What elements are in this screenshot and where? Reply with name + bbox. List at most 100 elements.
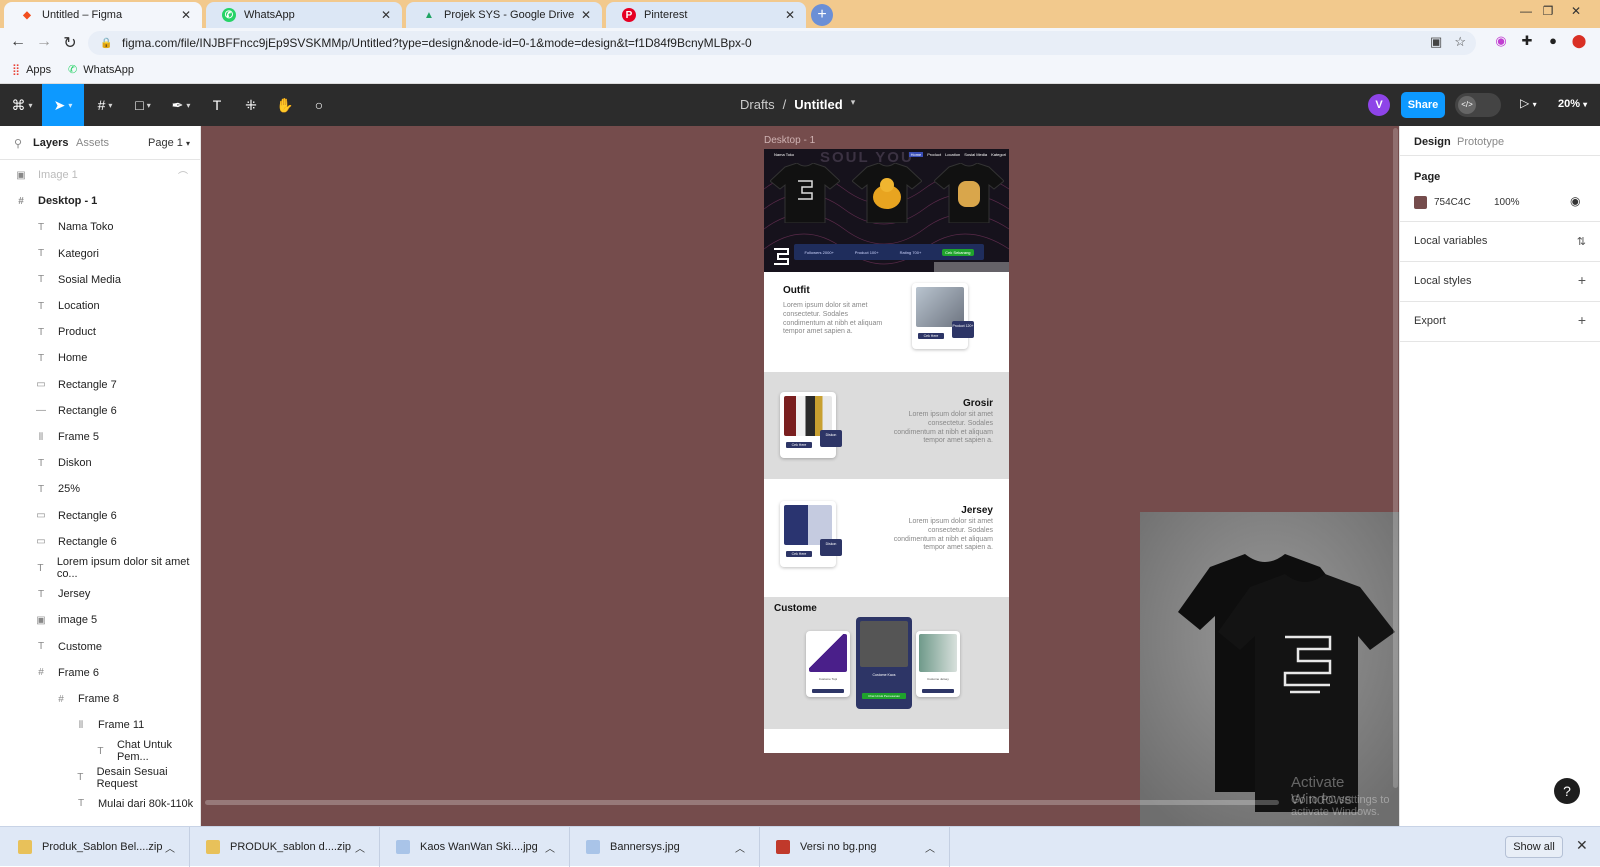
layer-row[interactable]: # Frame 6 <box>0 660 200 686</box>
chevron-up-icon[interactable]: ︿ <box>165 840 175 855</box>
layer-row[interactable]: T Desain Sesuai Request <box>0 765 200 791</box>
shape-tool[interactable]: □ ▾ <box>126 84 160 126</box>
layer-row[interactable]: ▣ Image 1 ⌒ <box>0 162 200 188</box>
download-item[interactable]: Kaos WanWan Ski....jpg ︿ <box>380 827 570 867</box>
layer-row[interactable]: ▣ image 5 <box>0 607 200 633</box>
design-canvas[interactable]: Desktop - 1 Nama Toko SOUL YOU Home Prod… <box>201 126 1399 826</box>
download-item[interactable]: Bannersys.jpg ︿ <box>570 827 760 867</box>
local-styles-row[interactable]: Local styles + <box>1400 262 1600 302</box>
visibility-eye-icon[interactable]: ◉ <box>1570 194 1580 208</box>
page-selector[interactable]: Page 1 ▾ <box>148 137 190 149</box>
frame-label[interactable]: Desktop - 1 <box>764 135 815 146</box>
restore-icon[interactable]: ❐ <box>1538 4 1558 18</box>
page-color-hex[interactable]: 754C4C <box>1434 197 1471 208</box>
vertical-scrollbar[interactable] <box>1393 128 1398 788</box>
minimize-icon[interactable]: — <box>1516 4 1536 18</box>
layer-row[interactable]: T Sosial Media <box>0 267 200 293</box>
layer-row[interactable]: — Rectangle 6 <box>0 398 200 424</box>
crumb-drafts[interactable]: Drafts <box>740 97 775 112</box>
tab-search-icon[interactable]: ▣ <box>1430 34 1442 50</box>
close-icon[interactable]: ✕ <box>1576 837 1588 854</box>
horizontal-scrollbar[interactable] <box>205 800 1279 805</box>
layer-row[interactable]: ▭ Rectangle 6 <box>0 529 200 555</box>
bookmark-apps[interactable]: ⣿ Apps <box>12 63 51 77</box>
plus-icon[interactable]: + <box>1578 272 1586 288</box>
present-button[interactable]: ▷ ▾ <box>1520 96 1537 110</box>
url-bar[interactable]: 🔒 figma.com/file/INJBFFncc9jEp9SVSKMMp/U… <box>88 31 1476 55</box>
tab-assets[interactable]: Assets <box>76 137 109 149</box>
layer-row[interactable]: T Location <box>0 293 200 319</box>
zoom-level[interactable]: 20% ▾ <box>1558 98 1587 110</box>
profile-icon[interactable]: ● <box>1544 33 1562 48</box>
comment-tool[interactable]: ○ <box>306 84 332 126</box>
layer-row[interactable]: T Kategori <box>0 241 200 267</box>
layer-row[interactable]: T 25% <box>0 476 200 502</box>
layer-row[interactable]: ▭ Rectangle 7 <box>0 372 200 398</box>
layer-row[interactable]: # Desktop - 1 <box>0 188 200 214</box>
layer-row[interactable]: T Diskon <box>0 450 200 476</box>
close-tab-icon[interactable]: ✕ <box>378 8 394 22</box>
layer-row[interactable]: T Product <box>0 319 200 345</box>
hand-tool[interactable]: ✋ <box>272 84 298 126</box>
layer-row[interactable]: ⫴ Frame 5 <box>0 424 200 450</box>
tab-whatsapp[interactable]: ✆ WhatsApp ✕ <box>206 2 402 28</box>
layer-row[interactable]: # Frame 8 <box>0 686 200 712</box>
export-row[interactable]: Export + <box>1400 302 1600 342</box>
chevron-up-icon[interactable]: ︿ <box>925 840 935 855</box>
download-item[interactable]: Versi no bg.png ︿ <box>760 827 950 867</box>
chevron-up-icon[interactable]: ︿ <box>545 840 555 855</box>
pen-tool[interactable]: ✒ ▾ <box>164 84 198 126</box>
extension-icon[interactable]: ◉ <box>1492 33 1510 49</box>
show-all-button[interactable]: Show all <box>1505 836 1563 858</box>
local-variables-row[interactable]: Local variables ⇅ <box>1400 222 1600 262</box>
avatar[interactable]: V <box>1368 94 1390 116</box>
close-window-icon[interactable]: ✕ <box>1566 4 1586 18</box>
text-tool[interactable]: T <box>204 84 230 126</box>
layer-row[interactable]: ⫴ Frame 11 <box>0 712 200 738</box>
variables-icon[interactable]: ⇅ <box>1577 235 1586 248</box>
tab-prototype[interactable]: Prototype <box>1457 136 1504 148</box>
bookmark-whatsapp[interactable]: ✆ WhatsApp <box>68 63 134 77</box>
main-menu-button[interactable]: ⌘ ▾ <box>4 84 40 126</box>
layer-row[interactable]: T Lorem ipsum dolor sit amet co... <box>0 555 200 581</box>
chevron-up-icon[interactable]: ︿ <box>355 840 365 855</box>
layer-row[interactable]: T Jersey <box>0 581 200 607</box>
layer-row[interactable]: T Nama Toko <box>0 214 200 240</box>
move-tool[interactable]: ➤ ▾ <box>42 84 84 126</box>
tab-layers[interactable]: Layers <box>33 137 68 149</box>
tab-figma[interactable]: ◆ Untitled – Figma ✕ <box>4 2 202 28</box>
back-icon[interactable]: ← <box>8 33 28 51</box>
file-name[interactable]: Untitled <box>794 97 842 112</box>
page-color-swatch[interactable] <box>1414 196 1427 209</box>
dev-mode-toggle[interactable]: </> <box>1455 93 1501 117</box>
download-item[interactable]: Produk_Sablon Bel....zip ︿ <box>0 827 190 867</box>
layer-row[interactable]: T Home <box>0 345 200 371</box>
search-icon[interactable]: ⚲ <box>14 137 22 150</box>
close-tab-icon[interactable]: ✕ <box>178 8 194 22</box>
layer-row[interactable]: T Chat Untuk Pem... <box>0 738 200 764</box>
bookmark-star-icon[interactable]: ☆ <box>1454 34 1466 50</box>
download-item[interactable]: PRODUK_sablon d....zip ︿ <box>190 827 380 867</box>
desktop-frame[interactable]: Nama Toko SOUL YOU Home Product Location… <box>764 149 1009 753</box>
plus-icon[interactable]: + <box>1578 312 1586 328</box>
chevron-down-icon[interactable]: ▾ <box>851 97 856 112</box>
resources-tool[interactable]: ⁜ <box>238 84 264 126</box>
help-button[interactable]: ? <box>1554 778 1580 804</box>
tab-pinterest[interactable]: P Pinterest ✕ <box>606 2 806 28</box>
close-tab-icon[interactable]: ✕ <box>578 8 594 22</box>
reload-icon[interactable]: ↻ <box>60 33 80 53</box>
close-tab-icon[interactable]: ✕ <box>782 8 798 22</box>
layer-row[interactable]: T Mulai dari 80k-110k <box>0 791 200 817</box>
share-button[interactable]: Share <box>1401 92 1445 118</box>
layer-row[interactable]: ▭ Rectangle 6 <box>0 503 200 529</box>
forward-icon[interactable]: → <box>34 33 54 51</box>
page-opacity[interactable]: 100% <box>1494 197 1520 208</box>
layer-row[interactable]: T Custome <box>0 634 200 660</box>
menu-icon[interactable]: ⬤ <box>1570 33 1588 49</box>
puzzle-icon[interactable]: ✚ <box>1518 33 1536 49</box>
tab-drive[interactable]: ▲ Projek SYS - Google Drive ✕ <box>406 2 602 28</box>
hidden-eye-icon[interactable]: ⌒ <box>178 168 188 183</box>
frame-tool[interactable]: # ▾ <box>88 84 122 126</box>
new-tab-button[interactable]: + <box>811 4 833 26</box>
chevron-up-icon[interactable]: ︿ <box>735 840 745 855</box>
